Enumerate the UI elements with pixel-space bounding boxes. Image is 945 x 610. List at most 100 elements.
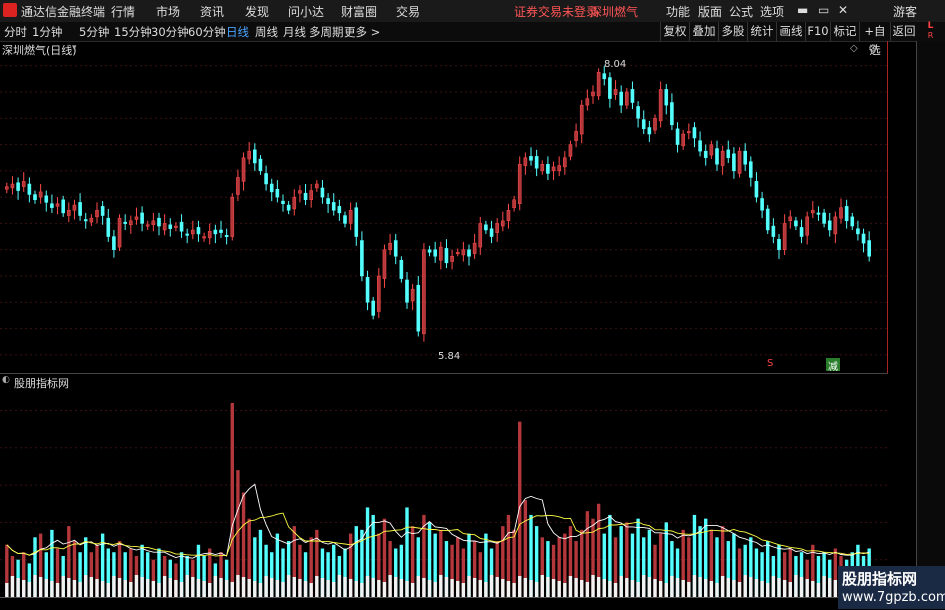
- menu-item-wealth[interactable]: 财富圈: [341, 3, 377, 20]
- close-icon[interactable]: ✕: [838, 3, 848, 17]
- volume-base-bar: [534, 582, 539, 597]
- candle-body: [794, 220, 798, 227]
- lr-corner[interactable]: L R 500: [916, 21, 945, 49]
- period-monthly[interactable]: 月线: [283, 24, 306, 40]
- menu-item-formula[interactable]: 公式: [729, 3, 753, 20]
- corner-l: L: [927, 21, 934, 31]
- candle-body: [207, 231, 212, 239]
- quote-side-panel[interactable]: [916, 41, 945, 609]
- candle-body: [625, 91, 629, 106]
- candle-body: [185, 233, 189, 236]
- menu-item-trade[interactable]: 交易: [396, 3, 420, 20]
- candle-body: [726, 149, 731, 158]
- overlay-button[interactable]: 叠加: [689, 22, 718, 41]
- period-1min[interactable]: 1分钟: [32, 24, 62, 40]
- candle-body: [743, 150, 747, 165]
- candle-body: [698, 140, 702, 152]
- volume-base-bar: [320, 578, 325, 597]
- period-60min[interactable]: 60分钟: [188, 24, 226, 40]
- back-button[interactable]: 返回: [890, 22, 917, 41]
- indicator-menu-icon[interactable]: ◐: [2, 375, 10, 385]
- minimize-icon[interactable]: ▬: [797, 3, 808, 17]
- volume-base-bar: [38, 577, 43, 597]
- volume-base-bar: [332, 582, 336, 597]
- stats-button[interactable]: 统计: [747, 22, 776, 41]
- period-weekly[interactable]: 周线: [255, 24, 278, 40]
- candle-body: [585, 98, 590, 106]
- adjust-button[interactable]: 复权: [660, 22, 689, 41]
- volume-base-bar: [134, 575, 139, 597]
- mark-button[interactable]: 标记: [830, 22, 859, 41]
- menu-item-ask[interactable]: 问小达: [288, 3, 324, 20]
- candle-body: [591, 91, 595, 97]
- reduce-marker[interactable]: 减: [826, 358, 840, 373]
- guest-label[interactable]: 游客: [893, 3, 917, 20]
- volume-base-bar: [354, 581, 358, 597]
- menu-item-market[interactable]: 市场: [156, 3, 180, 20]
- menu-item-news[interactable]: 资讯: [200, 3, 224, 20]
- volume-base-bar: [157, 583, 161, 597]
- dropdown-icon[interactable]: ▾: [72, 43, 77, 53]
- candle-body: [681, 133, 685, 147]
- candle-body: [602, 73, 607, 80]
- menu-item-quotes[interactable]: 行情: [111, 3, 135, 20]
- diamond-icon[interactable]: ◇: [850, 43, 858, 54]
- volume-base-bar: [123, 580, 127, 597]
- menu-item-options[interactable]: 选项: [760, 3, 784, 20]
- title-bar: 通达信金融终端 行情 市场 资讯 发现 问小达 财富圈 交易 证券交易未登录 深…: [0, 0, 945, 23]
- volume-base-bar: [247, 579, 251, 597]
- period-15min[interactable]: 15分钟: [114, 24, 152, 40]
- candle-body: [100, 206, 105, 216]
- volume-base-bar: [456, 581, 460, 597]
- stock-link[interactable]: 深圳燃气: [590, 3, 638, 20]
- volume-base-bar: [298, 579, 302, 597]
- candle-body: [574, 131, 578, 141]
- sell-marker[interactable]: S: [767, 358, 773, 369]
- candle-body: [439, 246, 443, 261]
- candle-body: [799, 227, 804, 237]
- volume-chart[interactable]: [0, 389, 888, 597]
- period-daily[interactable]: 日线: [226, 24, 249, 40]
- period-minute-chart[interactable]: 分时: [4, 24, 27, 40]
- volume-base-bar: [416, 576, 420, 597]
- volume-base-bar: [72, 580, 77, 597]
- volume-base-bar: [365, 576, 370, 597]
- candle-body: [123, 221, 127, 224]
- candle-body: [811, 210, 815, 214]
- candle-body: [405, 279, 409, 303]
- period-30min[interactable]: 30分钟: [151, 24, 189, 40]
- volume-base-bar: [360, 583, 364, 597]
- candle-body: [478, 223, 483, 248]
- multi-stock-button[interactable]: 多股: [718, 22, 747, 41]
- stock-title[interactable]: 深圳燃气(日线): [2, 42, 77, 58]
- candle-body: [399, 259, 404, 279]
- menu-item-discover[interactable]: 发现: [245, 3, 269, 20]
- settings-icon[interactable]: ⚙: [868, 42, 878, 55]
- candle-body: [737, 150, 742, 174]
- period-more[interactable]: 更多 >: [344, 24, 380, 40]
- candle-body: [472, 242, 477, 254]
- period-5min[interactable]: 5分钟: [79, 24, 109, 40]
- add-watchlist-button[interactable]: +自选: [859, 22, 890, 57]
- login-alert[interactable]: 证券交易未登录: [514, 3, 598, 20]
- candlestick-chart[interactable]: [0, 41, 888, 373]
- volume-grid: [0, 409, 888, 561]
- candle-body: [455, 252, 460, 255]
- menu-item-function[interactable]: 功能: [666, 3, 690, 20]
- volume-base-bar: [518, 576, 522, 597]
- volume-base-bar: [704, 579, 708, 597]
- volume-base-bar: [551, 579, 556, 597]
- draw-line-button[interactable]: 画线: [776, 22, 805, 41]
- candle-body: [867, 240, 871, 257]
- f10-button[interactable]: F10: [805, 22, 830, 41]
- volume-base-bar: [179, 582, 184, 597]
- volume-base-bar: [191, 577, 195, 597]
- menu-item-layout[interactable]: 版面: [698, 3, 722, 20]
- volume-base-bar: [202, 581, 206, 597]
- restore-icon[interactable]: ▭: [818, 3, 829, 17]
- candle-body: [788, 216, 793, 222]
- volume-base-bar: [422, 578, 426, 597]
- volume-base-bar: [506, 581, 511, 597]
- volume-base-bar: [512, 583, 516, 597]
- period-multi[interactable]: 多周期: [309, 24, 344, 40]
